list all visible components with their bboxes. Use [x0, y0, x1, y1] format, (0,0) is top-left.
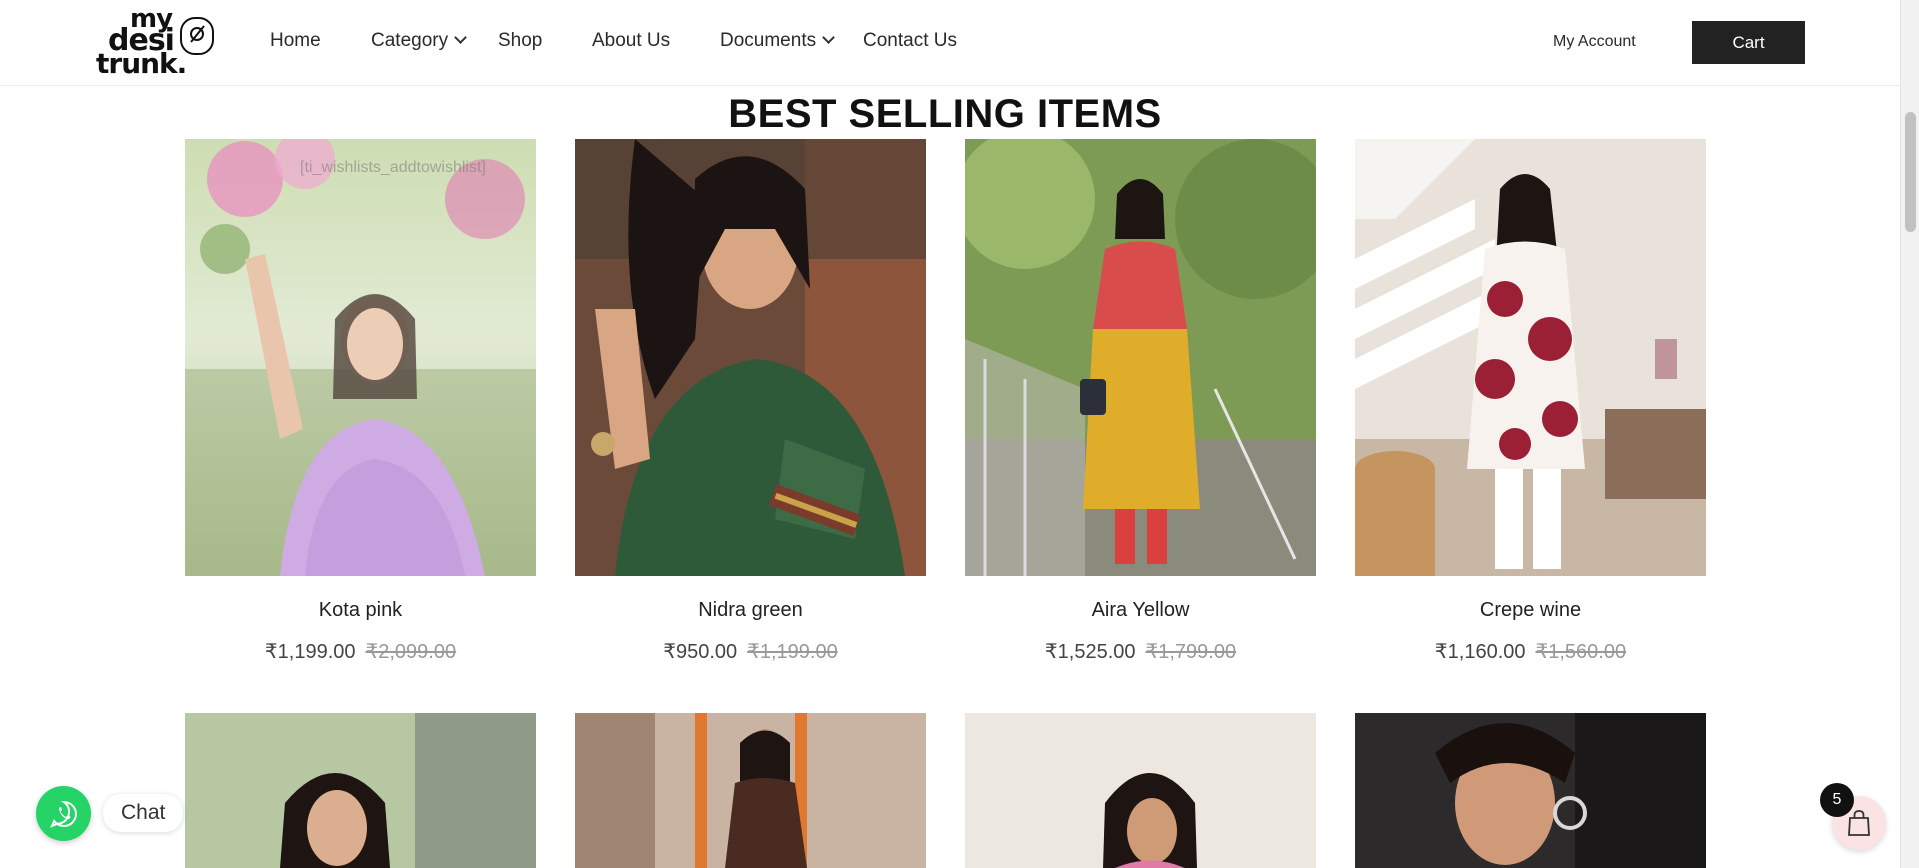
nav-home-label: Home	[270, 30, 321, 51]
scroll-thumb[interactable]	[1905, 112, 1916, 232]
product-price: ₹1,199.00 ₹2,099.00	[185, 639, 536, 664]
product-image[interactable]	[575, 139, 926, 576]
product-photo-nidra-green	[575, 139, 926, 576]
product-photo-kota-pink	[185, 139, 536, 576]
product-photo	[1355, 713, 1706, 868]
original-price: ₹1,560.00	[1535, 641, 1627, 663]
nav-about-label: About Us	[592, 30, 671, 51]
product-image[interactable]	[1355, 139, 1706, 576]
product-price: ₹950.00 ₹1,199.00	[575, 639, 926, 664]
whatsapp-icon	[49, 800, 77, 828]
wishlist-shortcode-text[interactable]: [ti_wishlists_addtowishlist]	[300, 159, 486, 177]
product-image[interactable]	[185, 713, 536, 868]
section-title: BEST SELLING ITEMS	[728, 92, 1162, 136]
chevron-down-icon	[454, 31, 467, 44]
chevron-down-icon	[822, 31, 835, 44]
my-account-link[interactable]: My Account	[1553, 33, 1636, 51]
product-name[interactable]: Aira Yellow	[965, 599, 1316, 622]
original-price: ₹1,799.00	[1145, 641, 1237, 663]
nav-documents[interactable]: Documents	[720, 30, 835, 52]
site-header: my desi trunk. Home Category Shop About …	[0, 0, 1900, 86]
current-price: ₹1,525.00	[1044, 641, 1136, 663]
bird-logo-icon	[180, 17, 214, 55]
product-photo-crepe-wine	[1355, 139, 1706, 576]
nav-shop-label: Shop	[498, 30, 543, 51]
site-logo[interactable]: my desi trunk.	[96, 4, 220, 78]
nav-about-us[interactable]: About Us	[592, 30, 670, 52]
nav-home[interactable]: Home	[270, 30, 321, 52]
product-image[interactable]	[575, 713, 926, 868]
product-photo	[575, 713, 926, 868]
product-image[interactable]	[185, 139, 536, 576]
product-photo-aira-yellow	[965, 139, 1316, 576]
nav-documents-label: Documents	[720, 30, 817, 51]
nav-shop[interactable]: Shop	[498, 30, 542, 52]
product-name[interactable]: Kota pink	[185, 599, 536, 622]
logo-word-trunk: trunk.	[96, 47, 187, 80]
product-image[interactable]	[1355, 713, 1706, 868]
product-price: ₹1,525.00 ₹1,799.00	[965, 639, 1316, 664]
current-price: ₹1,160.00	[1434, 641, 1526, 663]
cart-button[interactable]: Cart	[1692, 21, 1805, 64]
nav-category[interactable]: Category	[371, 30, 467, 52]
product-name[interactable]: Crepe wine	[1355, 599, 1706, 622]
original-price: ₹1,199.00	[747, 641, 838, 663]
product-price: ₹1,160.00 ₹1,560.00	[1355, 639, 1706, 664]
product-name[interactable]: Nidra green	[575, 599, 926, 622]
product-photo	[185, 713, 536, 868]
product-image[interactable]	[965, 139, 1316, 576]
page-scrollbar[interactable]	[1900, 0, 1919, 868]
current-price: ₹1,199.00	[264, 641, 356, 663]
original-price: ₹2,099.00	[365, 641, 457, 663]
product-image[interactable]	[965, 713, 1316, 868]
product-photo	[965, 713, 1316, 868]
current-price: ₹950.00	[663, 641, 738, 663]
whatsapp-chat-button[interactable]	[36, 786, 91, 841]
nav-contact-us[interactable]: Contact Us	[863, 30, 957, 52]
nav-category-label: Category	[371, 30, 449, 51]
shopping-bag-icon	[1848, 810, 1870, 836]
nav-contact-label: Contact Us	[863, 30, 957, 51]
chat-label[interactable]: Chat	[103, 794, 184, 832]
cart-count-badge: 5	[1820, 783, 1854, 817]
